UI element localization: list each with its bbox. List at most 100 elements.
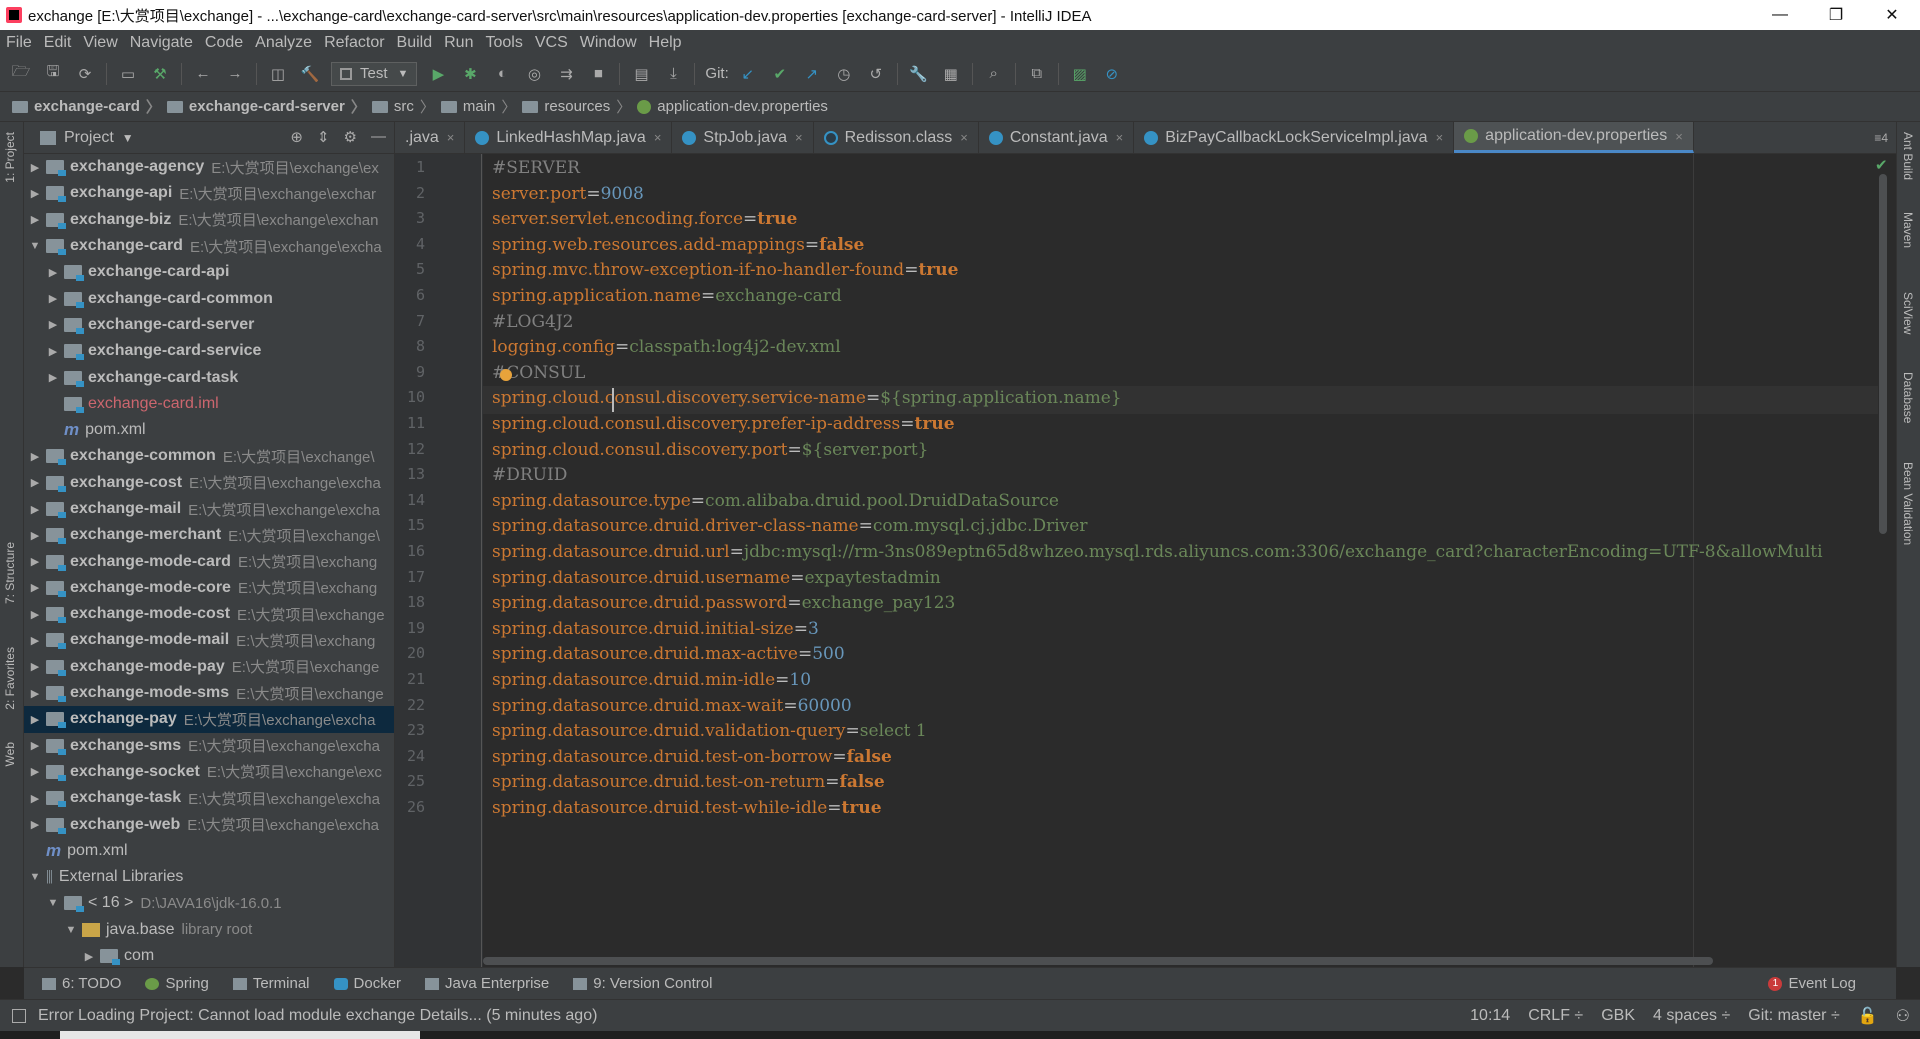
bean-validation-tool-tab[interactable]: Bean Validation (1901, 462, 1915, 545)
tree-row[interactable]: exchange-card.iml (24, 391, 394, 417)
gear-icon[interactable]: ⚙ (344, 128, 357, 146)
tree-row[interactable]: ▶ exchange-agency E:\大赏项目\exchange\ex (24, 154, 394, 180)
menu-item-run[interactable]: Run (444, 34, 473, 52)
chevron-right-icon[interactable]: ▶ (28, 792, 42, 805)
close-tab-icon[interactable]: × (960, 130, 968, 145)
favorites-tool-tab[interactable]: 2: Favorites (3, 647, 17, 710)
menu-item-refactor[interactable]: Refactor (324, 34, 384, 52)
tool-window-docker[interactable]: Docker (333, 975, 401, 992)
close-tab-icon[interactable]: × (1116, 130, 1124, 145)
chevron-right-icon[interactable]: ▶ (28, 634, 42, 647)
deploy-icon[interactable]: ▤ (630, 63, 652, 85)
git-rollback-icon[interactable]: ↺ (865, 63, 887, 85)
close-tab-icon[interactable]: × (1436, 130, 1444, 145)
git-branch[interactable]: Git: master ÷ (1748, 1007, 1839, 1025)
tree-row[interactable]: ▶ exchange-biz E:\大赏项目\exchange\exchan (24, 207, 394, 233)
menu-item-tools[interactable]: Tools (485, 34, 522, 52)
menu-item-code[interactable]: Code (205, 34, 243, 52)
chevron-right-icon[interactable]: ▶ (28, 555, 42, 568)
chevron-right-icon[interactable]: ▶ (28, 581, 42, 594)
editor-tab[interactable]: Redisson.class × (814, 122, 979, 153)
project-tool-tab[interactable]: 1: Project (3, 132, 17, 183)
tab-overflow-button[interactable]: ≡4 (1874, 122, 1896, 153)
web-tool-tab[interactable]: Web (3, 742, 17, 766)
tree-row[interactable]: ▶ exchange-mode-card E:\大赏项目\exchang (24, 548, 394, 574)
menu-item-edit[interactable]: Edit (44, 34, 72, 52)
tree-row[interactable]: ▶ exchange-card-task (24, 364, 394, 390)
chart-icon[interactable]: ▨ (1069, 63, 1091, 85)
chevron-right-icon[interactable]: ▶ (28, 818, 42, 831)
breadcrumb-item[interactable]: exchange-card 〉 (12, 96, 161, 117)
breadcrumb-item[interactable]: application-dev.properties (637, 98, 828, 115)
chevron-down-icon[interactable]: ▼ (28, 871, 42, 883)
back-arrow-icon[interactable]: ← (192, 63, 214, 85)
locate-icon[interactable]: ⊕ (290, 128, 303, 146)
tree-row[interactable]: ▶ exchange-common E:\大赏项目\exchange\ (24, 443, 394, 469)
editor-tab[interactable]: BizPayCallbackLockServiceImpl.java × (1134, 122, 1455, 153)
editor-tab[interactable]: Constant.java × (979, 122, 1135, 153)
project-structure-icon[interactable]: ▭ (117, 63, 139, 85)
editor-tab[interactable]: .java × (395, 122, 466, 153)
menu-item-window[interactable]: Window (580, 34, 637, 52)
menu-item-build[interactable]: Build (397, 34, 433, 52)
tree-row[interactable]: ▶ exchange-mode-core E:\大赏项目\exchang (24, 575, 394, 601)
open-folder-icon[interactable]: 🗁 (10, 63, 32, 85)
editor-tab[interactable]: application-dev.properties × (1454, 122, 1694, 153)
sync-icon[interactable]: ⟳ (74, 63, 96, 85)
chevron-right-icon[interactable]: ▶ (28, 713, 42, 726)
breadcrumb-item[interactable]: exchange-card-server 〉 (166, 96, 366, 117)
chevron-down-icon[interactable]: ▼ (122, 131, 134, 145)
database-tool-tab[interactable]: Database (1901, 372, 1915, 423)
chevron-right-icon[interactable]: ▶ (28, 476, 42, 489)
breadcrumb-item[interactable]: resources 〉 (522, 96, 631, 117)
editor-tab[interactable]: StpJob.java × (672, 122, 814, 153)
close-tab-icon[interactable]: × (654, 130, 662, 145)
attach-icon[interactable]: ⇉ (555, 63, 577, 85)
tree-row[interactable]: m pom.xml (24, 838, 394, 864)
stop-icon[interactable]: ■ (587, 63, 609, 85)
chevron-right-icon[interactable]: ▶ (46, 318, 60, 331)
maven-tool-tab[interactable]: Maven (1901, 212, 1915, 248)
close-tab-icon[interactable]: × (447, 130, 455, 145)
tree-row[interactable]: ▶ exchange-mode-pay E:\大赏项目\exchange (24, 654, 394, 680)
chevron-right-icon[interactable]: ▶ (28, 161, 42, 174)
project-panel-title[interactable]: Project (64, 129, 114, 147)
settings-wrench-icon[interactable]: 🔧 (908, 63, 930, 85)
tool-window-terminal[interactable]: Terminal (232, 975, 310, 992)
coverage-icon[interactable]: ◐ (491, 63, 513, 85)
hide-icon[interactable]: — (371, 128, 386, 146)
horizontal-scrollbar[interactable] (483, 957, 1713, 965)
sciview-tool-tab[interactable]: SciView (1901, 292, 1915, 334)
chevron-right-icon[interactable]: ▶ (28, 765, 42, 778)
translate-icon[interactable]: ⧉ (1026, 63, 1048, 85)
toggle-tool-windows-icon[interactable] (12, 1008, 26, 1023)
tree-row[interactable]: ▶ com (24, 943, 394, 967)
power-save-icon[interactable]: ⊘ (1101, 63, 1123, 85)
tree-row[interactable]: ▶ exchange-card-service (24, 338, 394, 364)
tree-row[interactable]: ▶ exchange-card-common (24, 285, 394, 311)
tree-row[interactable]: ▼ exchange-card E:\大赏项目\exchange\excha (24, 233, 394, 259)
chevron-right-icon[interactable]: ▶ (28, 503, 42, 516)
build-icon[interactable]: 🔨 (299, 63, 321, 85)
structure-tool-tab[interactable]: 7: Structure (3, 542, 17, 604)
tree-row[interactable]: ▶ exchange-mode-cost E:\大赏项目\exchange (24, 601, 394, 627)
menu-item-navigate[interactable]: Navigate (130, 34, 193, 52)
tree-row[interactable]: ▼ java.base library root (24, 917, 394, 943)
chevron-right-icon[interactable]: ▶ (46, 292, 60, 305)
menu-item-vcs[interactable]: VCS (535, 34, 568, 52)
download-icon[interactable]: ⤓ (662, 63, 684, 85)
file-encoding[interactable]: GBK (1601, 1007, 1635, 1025)
tree-row[interactable]: ▶ exchange-task E:\大赏项目\exchange\excha (24, 785, 394, 811)
forward-arrow-icon[interactable]: → (224, 63, 246, 85)
inspection-ok-icon[interactable]: ✔ (1875, 156, 1888, 174)
ant-build-tool-tab[interactable]: Ant Build (1901, 132, 1915, 180)
chevron-right-icon[interactable]: ▶ (28, 739, 42, 752)
tool-window-vcs[interactable]: 9: Version Control (573, 975, 712, 992)
tool-window-javaee[interactable]: Java Enterprise (425, 975, 549, 992)
close-tab-icon[interactable]: × (1675, 129, 1683, 144)
menu-item-view[interactable]: View (83, 34, 117, 52)
search-icon[interactable]: ⌕ (983, 63, 1005, 85)
chevron-right-icon[interactable]: ▶ (28, 687, 42, 700)
tree-row[interactable]: ▶ exchange-pay E:\大赏项目\exchange\excha (24, 706, 394, 733)
line-separator[interactable]: CRLF ÷ (1528, 1007, 1583, 1025)
